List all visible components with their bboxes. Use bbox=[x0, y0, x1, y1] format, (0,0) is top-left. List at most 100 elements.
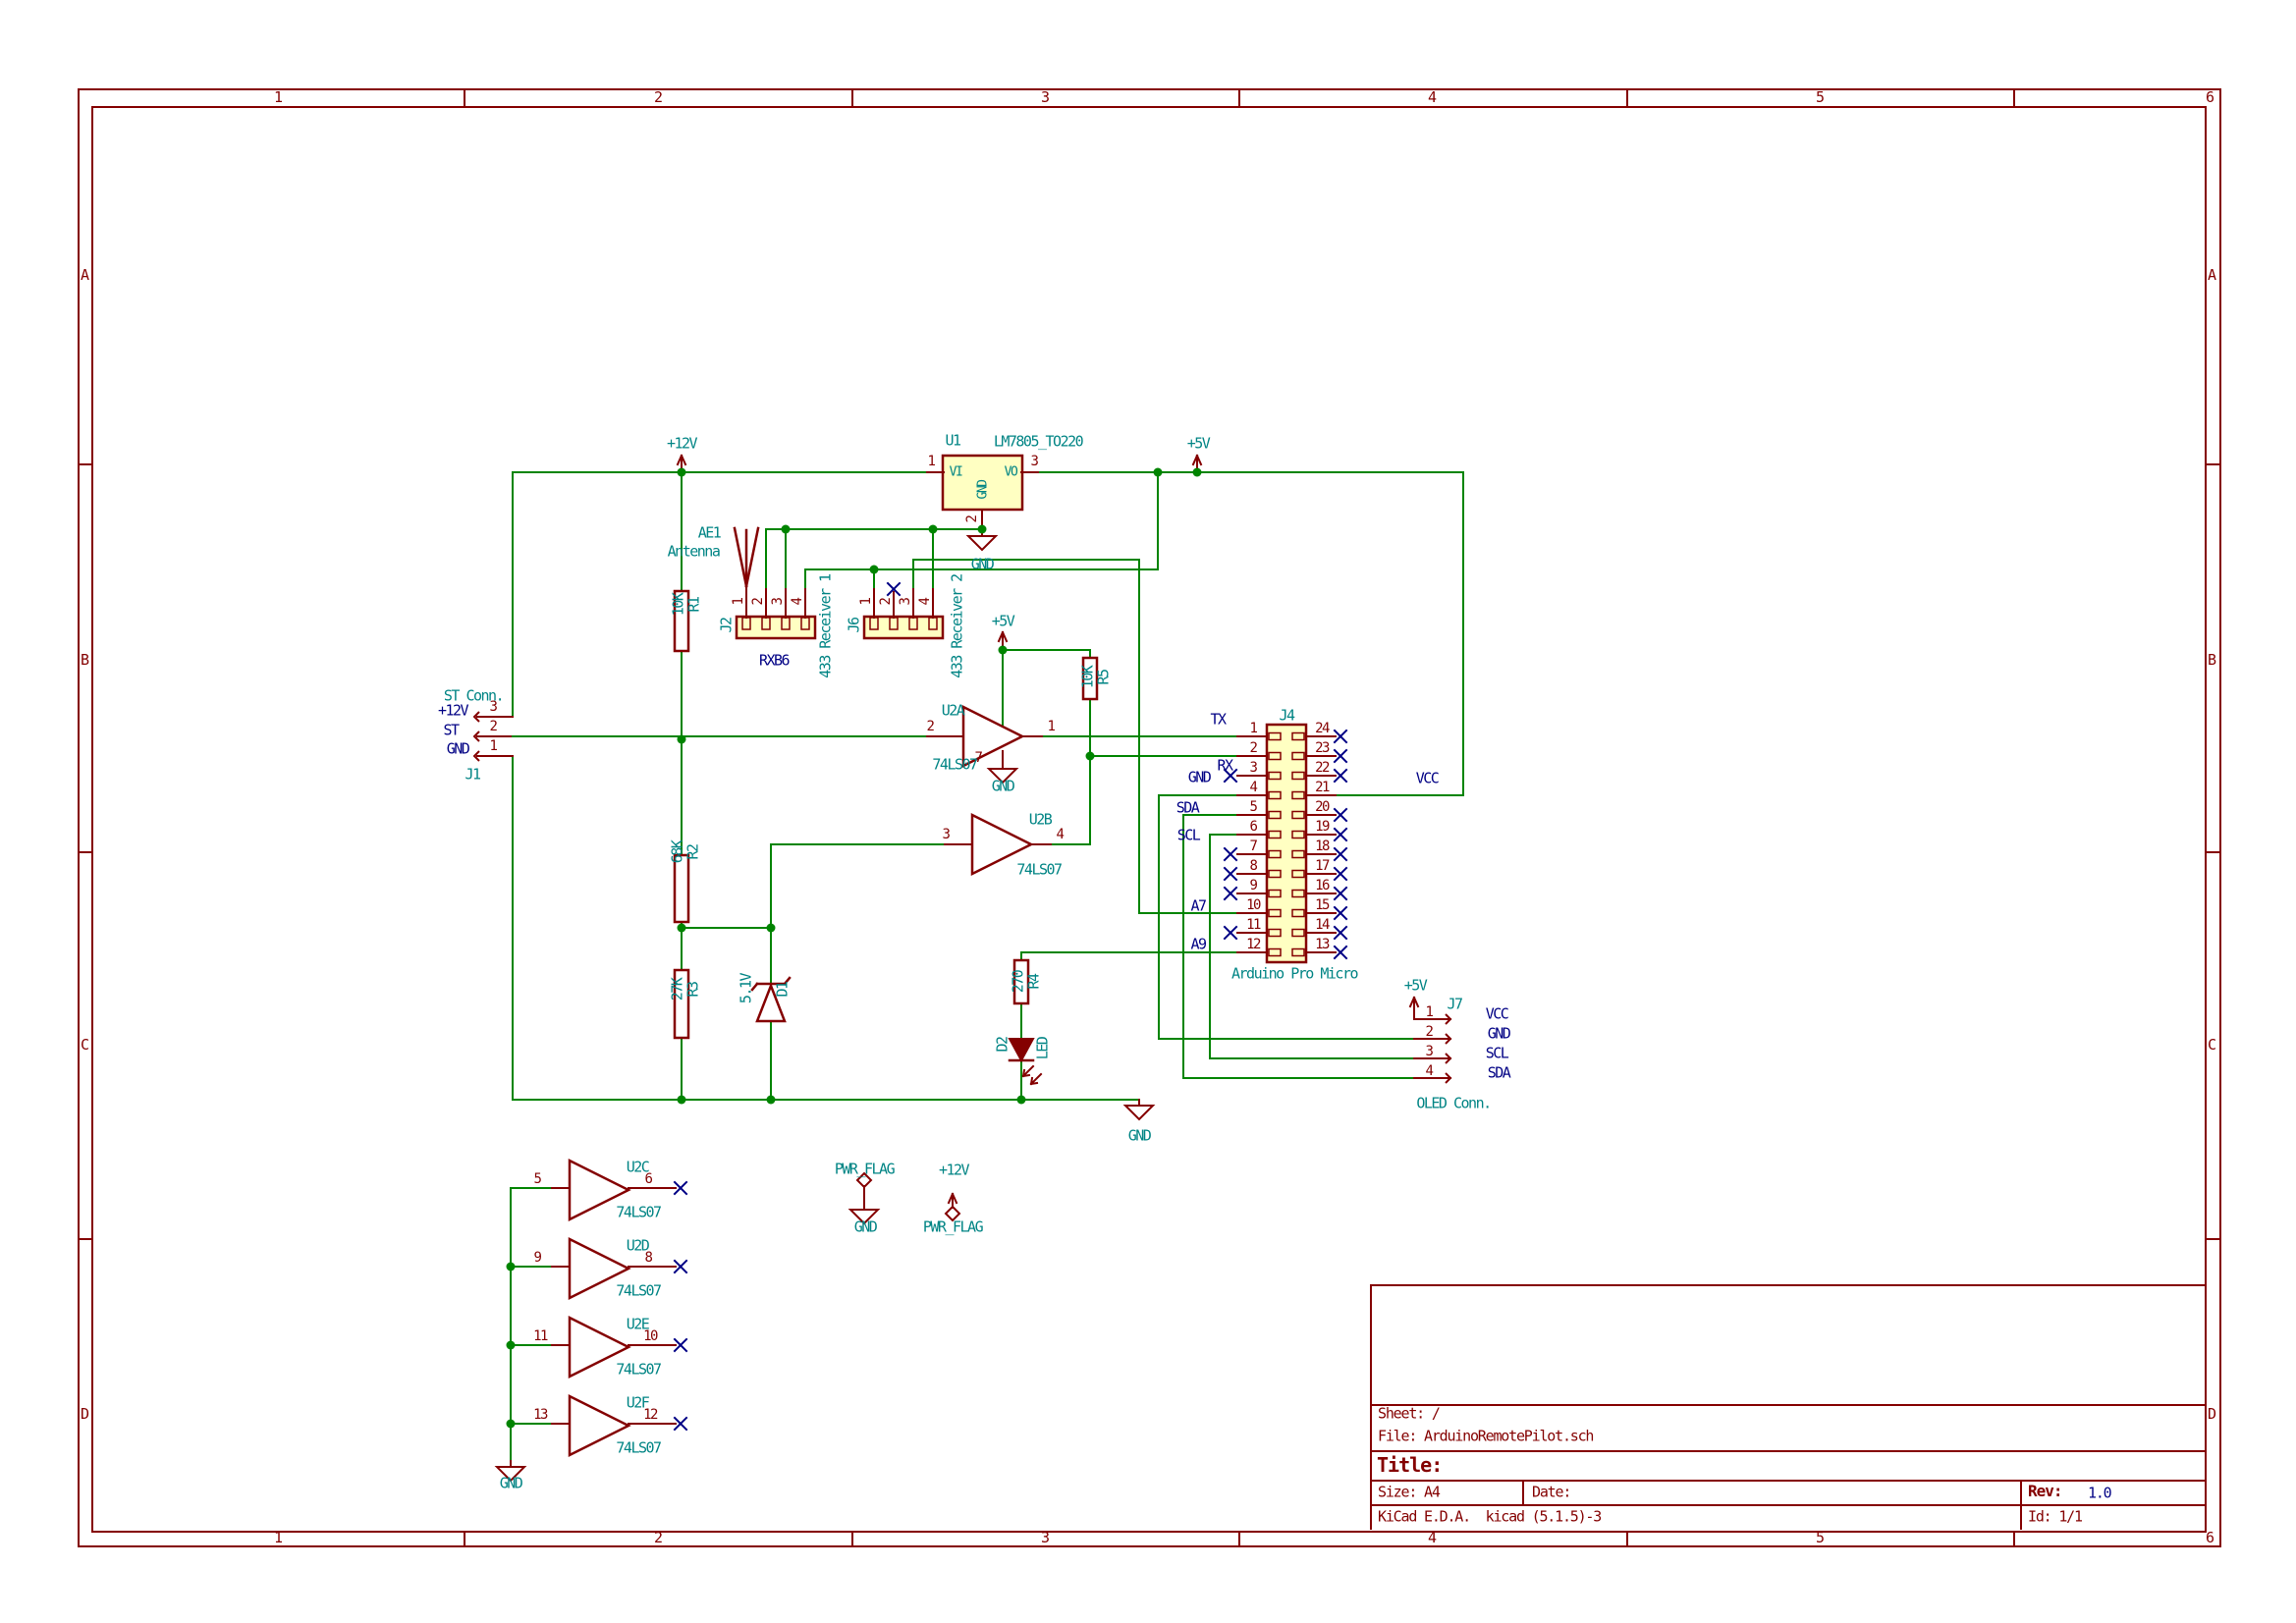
field-label-+5v[interactable]: +5V bbox=[1404, 978, 1428, 994]
field-label-74ls07[interactable]: 74LS07 bbox=[616, 1362, 662, 1378]
gnd-symbol[interactable] bbox=[1122, 1105, 1156, 1121]
pin-number-j4-right: 17 bbox=[1315, 858, 1330, 874]
field-label-arduinopromicro[interactable]: Arduino Pro Micro bbox=[1231, 966, 1359, 982]
titleblock-size: Size: A4 bbox=[1378, 1483, 1441, 1501]
field-label-j2[interactable]: J2 bbox=[718, 618, 736, 632]
net-label-a9[interactable]: A9 bbox=[1190, 937, 1207, 952]
sheet-row-label: D bbox=[2207, 1405, 2216, 1423]
field-label-d1[interactable]: D1 bbox=[774, 982, 792, 997]
field-label-r2[interactable]: R2 bbox=[684, 844, 702, 859]
net-label-scl[interactable]: SCL bbox=[1486, 1046, 1509, 1061]
field-label-74ls07[interactable]: 74LS07 bbox=[932, 757, 978, 773]
field-label-gnd[interactable]: GND bbox=[971, 557, 995, 572]
field-label-gnd[interactable]: GND bbox=[1128, 1128, 1152, 1144]
pin-number-j7: 3 bbox=[1425, 1044, 1434, 1059]
net-label-rxb6[interactable]: RXB6 bbox=[759, 653, 791, 669]
junction-dot bbox=[1153, 467, 1163, 477]
net-label-gnd[interactable]: GND bbox=[1188, 770, 1212, 785]
pin-number-3: 3 bbox=[770, 598, 786, 606]
field-label-oledconn[interactable]: OLED Conn. bbox=[1416, 1096, 1492, 1111]
field-label-+12v[interactable]: +12V bbox=[667, 436, 698, 452]
sheet-border-line bbox=[2205, 463, 2219, 465]
net-label-gnd[interactable]: GND bbox=[1488, 1026, 1511, 1042]
field-label-vo[interactable]: VO bbox=[1005, 466, 1018, 479]
field-label-r4[interactable]: R4 bbox=[1025, 974, 1043, 989]
field-label-led[interactable]: LED bbox=[1034, 1038, 1052, 1060]
net-label-gnd[interactable]: GND bbox=[447, 741, 470, 757]
field-label-u1[interactable]: U1 bbox=[945, 433, 961, 449]
field-label-j1[interactable]: J1 bbox=[465, 767, 481, 783]
component-body-J6[interactable] bbox=[862, 615, 945, 640]
sheet-row-label: C bbox=[80, 1036, 89, 1054]
field-label-pwrflag[interactable]: PWR_FLAG bbox=[835, 1162, 896, 1177]
net-label-vcc[interactable]: VCC bbox=[1416, 771, 1440, 786]
field-label-433receiver2[interactable]: 433 Receiver 2 bbox=[949, 574, 966, 677]
field-label-gnd[interactable]: GND bbox=[976, 481, 991, 500]
resistor-R2[interactable] bbox=[673, 853, 690, 924]
field-label-74ls07[interactable]: 74LS07 bbox=[616, 1283, 662, 1299]
field-label-j6[interactable]: J6 bbox=[846, 618, 863, 632]
field-label-270[interactable]: 270 bbox=[1010, 971, 1027, 994]
pin-number-j4-right: 14 bbox=[1315, 917, 1330, 933]
field-label-74ls07[interactable]: 74LS07 bbox=[616, 1205, 662, 1220]
field-label-ae1[interactable]: AE1 bbox=[698, 525, 722, 541]
pin-number-10: 10 bbox=[643, 1328, 658, 1344]
net-label-tx[interactable]: TX bbox=[1210, 712, 1227, 728]
field-label-10k[interactable]: 10K bbox=[670, 594, 687, 617]
field-label-27k[interactable]: 27K bbox=[669, 979, 686, 1001]
field-label-gnd[interactable]: GND bbox=[854, 1219, 878, 1235]
antenna-symbol[interactable] bbox=[733, 526, 748, 588]
field-label-r1[interactable]: R1 bbox=[685, 597, 703, 612]
titleblock-rev-label: Rev: bbox=[2028, 1482, 2063, 1500]
field-label-433receiver1[interactable]: 433 Receiver 1 bbox=[817, 574, 835, 677]
net-label-+12v[interactable]: +12V bbox=[438, 703, 469, 719]
field-label-j4[interactable]: J4 bbox=[1279, 708, 1295, 724]
field-label-r3[interactable]: R3 bbox=[684, 982, 702, 997]
junction-dot bbox=[506, 1262, 516, 1271]
net-label-a7[interactable]: A7 bbox=[1190, 898, 1207, 914]
net-label-st[interactable]: ST bbox=[443, 723, 460, 738]
antenna-symbol[interactable] bbox=[744, 526, 760, 588]
field-label-74ls07[interactable]: 74LS07 bbox=[616, 1440, 662, 1456]
field-label-d2[interactable]: D2 bbox=[994, 1037, 1011, 1052]
net-label-scl[interactable]: SCL bbox=[1177, 828, 1201, 843]
field-label-lm7805to220[interactable]: LM7805_TO220 bbox=[994, 434, 1084, 450]
pin-number-2: 2 bbox=[750, 598, 766, 606]
net-label-sda[interactable]: SDA bbox=[1488, 1065, 1511, 1081]
net-label-vcc[interactable]: VCC bbox=[1486, 1006, 1509, 1022]
field-label-gnd[interactable]: GND bbox=[992, 779, 1015, 794]
pin-number-1: 1 bbox=[731, 598, 746, 606]
field-label-10k[interactable]: 10K bbox=[1079, 667, 1097, 689]
net-label-sda[interactable]: SDA bbox=[1176, 800, 1200, 816]
gnd-symbol[interactable] bbox=[965, 535, 999, 552]
field-label-u2b[interactable]: U2B bbox=[1029, 812, 1053, 828]
sheet-border-line bbox=[1370, 1480, 2205, 1482]
pin-number-3: 3 bbox=[942, 827, 951, 842]
titleblock-title-label: Title: bbox=[1377, 1453, 1443, 1477]
field-label-74ls07[interactable]: 74LS07 bbox=[1016, 862, 1063, 878]
field-label-j7[interactable]: J7 bbox=[1447, 997, 1463, 1012]
led-diode-D2[interactable] bbox=[1008, 1038, 1035, 1063]
component-body-J2[interactable] bbox=[735, 615, 817, 640]
field-label-antenna[interactable]: Antenna bbox=[668, 544, 721, 560]
field-label-+12v[interactable]: +12V bbox=[939, 1163, 970, 1178]
pin-number-j4-right: 24 bbox=[1315, 721, 1330, 736]
sheet-border-line bbox=[78, 88, 2219, 90]
sheet-border-line bbox=[2205, 851, 2219, 853]
sheet-row-label: B bbox=[2207, 651, 2216, 669]
field-label-gnd[interactable]: GND bbox=[500, 1476, 523, 1491]
field-label-pwrflag[interactable]: PWR_FLAG bbox=[923, 1219, 984, 1235]
field-label-51v[interactable]: 5.1V bbox=[738, 974, 755, 1003]
field-label-vi[interactable]: VI bbox=[950, 466, 963, 479]
sheet-border-line bbox=[78, 1545, 2221, 1547]
field-label-+5v[interactable]: +5V bbox=[1187, 436, 1211, 452]
field-label-u2a[interactable]: U2A bbox=[942, 703, 965, 719]
sheet-row-label: A bbox=[80, 266, 89, 284]
field-label-+5v[interactable]: +5V bbox=[992, 614, 1015, 629]
component-body-J4[interactable] bbox=[1265, 723, 1308, 964]
net-label-rx[interactable]: RX bbox=[1217, 758, 1233, 774]
field-label-r5[interactable]: R5 bbox=[1095, 670, 1113, 684]
field-label-68k[interactable]: 68K bbox=[669, 841, 686, 864]
pin-number-j4-right: 16 bbox=[1315, 878, 1330, 893]
sheet-row-label: C bbox=[2207, 1036, 2216, 1054]
